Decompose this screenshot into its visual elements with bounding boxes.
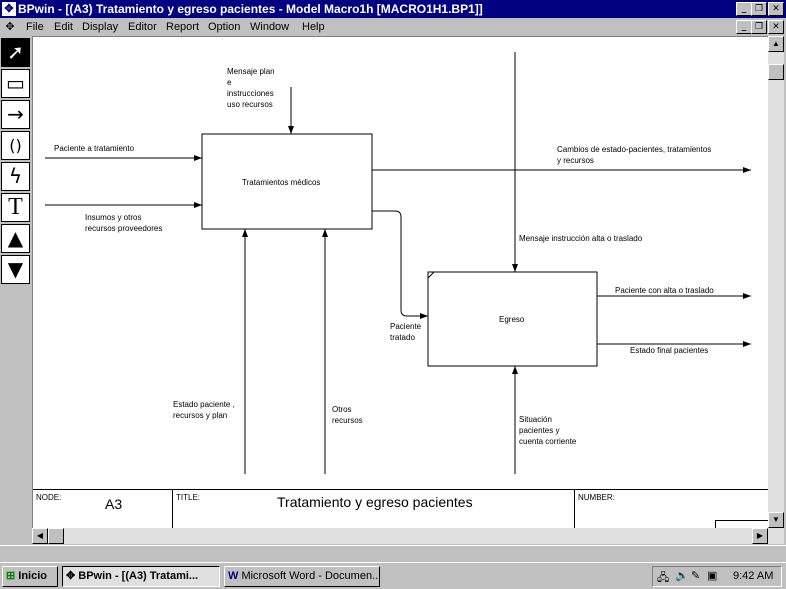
go-up-tool-icon[interactable]: ▲ [1,224,30,253]
arrow-tool-icon[interactable]: → [1,100,30,129]
vertical-scroll-thumb[interactable] [768,64,784,80]
menu-report[interactable]: Report [166,21,199,33]
windows-logo-icon: ⊞ [6,570,16,582]
lightning-tool-icon[interactable]: ϟ [1,162,30,191]
label-mensaje-plan: Mensaje plan e instrucciones uso recurso… [227,67,275,109]
squiggle-tool-icon[interactable]: () [1,131,30,160]
network-icon[interactable]: 🖧 [657,569,669,588]
menu-file[interactable]: File [26,21,44,33]
scroll-left-button[interactable]: ◀ [32,528,48,544]
text-tool-icon[interactable]: T [1,193,30,222]
title-bar: ✥ BPwin - [(A3) Tratamiento y egreso pac… [0,0,786,18]
tray-monitor-icon[interactable]: ▣ [707,569,717,582]
box-1-label: Tratamientos médicos [242,178,321,187]
start-label: Inicio [18,570,48,582]
horizontal-scroll-thumb[interactable] [48,528,64,544]
label-insumos: Insumos y otros recursos proveedores [85,213,163,233]
diagram-canvas[interactable]: Tratamientos médicos Egreso Mensaje plan… [32,36,768,531]
minimize-button[interactable]: _ [736,2,752,16]
toolbox: ➚ ▭ → () ϟ T ▲ ▼ [0,36,32,288]
scroll-down-button[interactable]: ▼ [768,512,784,528]
horizontal-scrollbar[interactable]: ◀ ▶ [32,528,784,544]
number-label: NUMBER: [578,493,615,502]
menu-window[interactable]: Window [250,21,289,33]
scroll-right-button[interactable]: ▶ [752,528,768,544]
vertical-scrollbar[interactable]: ▲ ▼ [768,36,784,528]
node-label: NODE: [36,493,62,502]
menu-bar: ✥ File Edit Display Editor Report Option… [0,18,786,36]
system-tray: 🖧 🔈 ✎ ▣ 9:42 AM [652,566,782,587]
label-paciente-tratamiento: Paciente a tratamiento [54,144,135,153]
close-button[interactable]: ✕ [768,2,784,16]
menu-display[interactable]: Display [82,21,118,33]
footer-title-cell: TITLE: Tratamiento y egreso pacientes [173,490,575,530]
label-situacion: Situación pacientes y cuenta corriente [519,415,577,446]
bpwin-task-icon: ✥ [66,570,76,582]
box-2-label: Egreso [499,315,525,324]
start-button[interactable]: ⊞ Inicio [2,566,58,587]
label-mensaje-alta: Mensaje instrucción alta o traslado [519,234,643,243]
menu-editor[interactable]: Editor [128,21,157,33]
label-estado-final: Estado final pacientes [630,346,709,355]
label-alta-traslado: Paciente con alta o traslado [615,286,714,295]
volume-icon[interactable]: 🔈 [675,569,689,582]
label-paciente-tratado: Paciente tratado [390,322,422,342]
title-value: Tratamiento y egreso pacientes [277,494,473,510]
scroll-up-button[interactable]: ▲ [768,36,784,52]
menu-option[interactable]: Option [208,21,240,33]
menu-help[interactable]: Help [302,21,325,33]
node-value: A3 [105,496,123,512]
diagram-footer: NODE: A3 TITLE: Tratamiento y egreso pac… [33,489,768,531]
taskbar: ⊞ Inicio ✥ BPwin - [(A3) Tratami... W Mi… [0,562,786,589]
restore-button[interactable]: ❐ [751,2,767,16]
status-bar [0,545,786,562]
arrow-paciente-tratado[interactable] [372,210,428,319]
footer-number-cell: NUMBER: [575,490,768,531]
window-title: BPwin - [(A3) Tratamiento y egreso pacie… [18,2,483,16]
label-otros-recursos: Otros recursos [332,405,363,425]
label-cambios: Cambios de estado-pacientes, tratamiento… [557,145,712,165]
app-icon[interactable]: ✥ [2,2,16,16]
doc-minimize-button[interactable]: _ [736,20,752,34]
clock[interactable]: 9:42 AM [733,570,773,582]
menu-edit[interactable]: Edit [54,21,73,33]
go-down-tool-icon[interactable]: ▼ [1,255,30,284]
word-task-icon: W [228,570,239,582]
idef0-diagram [45,52,751,474]
doc-close-button[interactable]: ✕ [768,20,784,34]
task-word-label: Microsoft Word - Documen... [241,570,380,582]
task-word[interactable]: W Microsoft Word - Documen... [224,566,380,587]
tray-app-icon[interactable]: ✎ [691,569,700,582]
task-bpwin-label: BPwin - [(A3) Tratami... [78,570,199,582]
footer-node-cell: NODE: A3 [33,490,173,530]
task-bpwin[interactable]: ✥ BPwin - [(A3) Tratami... [62,566,220,587]
doc-restore-button[interactable]: ❐ [751,20,767,34]
pointer-tool-icon[interactable]: ➚ [1,38,30,67]
label-estado-paciente: Estado paciente , recursos y plan [173,400,235,420]
title-label: TITLE: [176,493,201,502]
document-icon[interactable]: ✥ [3,20,17,34]
box-tool-icon[interactable]: ▭ [1,69,30,98]
